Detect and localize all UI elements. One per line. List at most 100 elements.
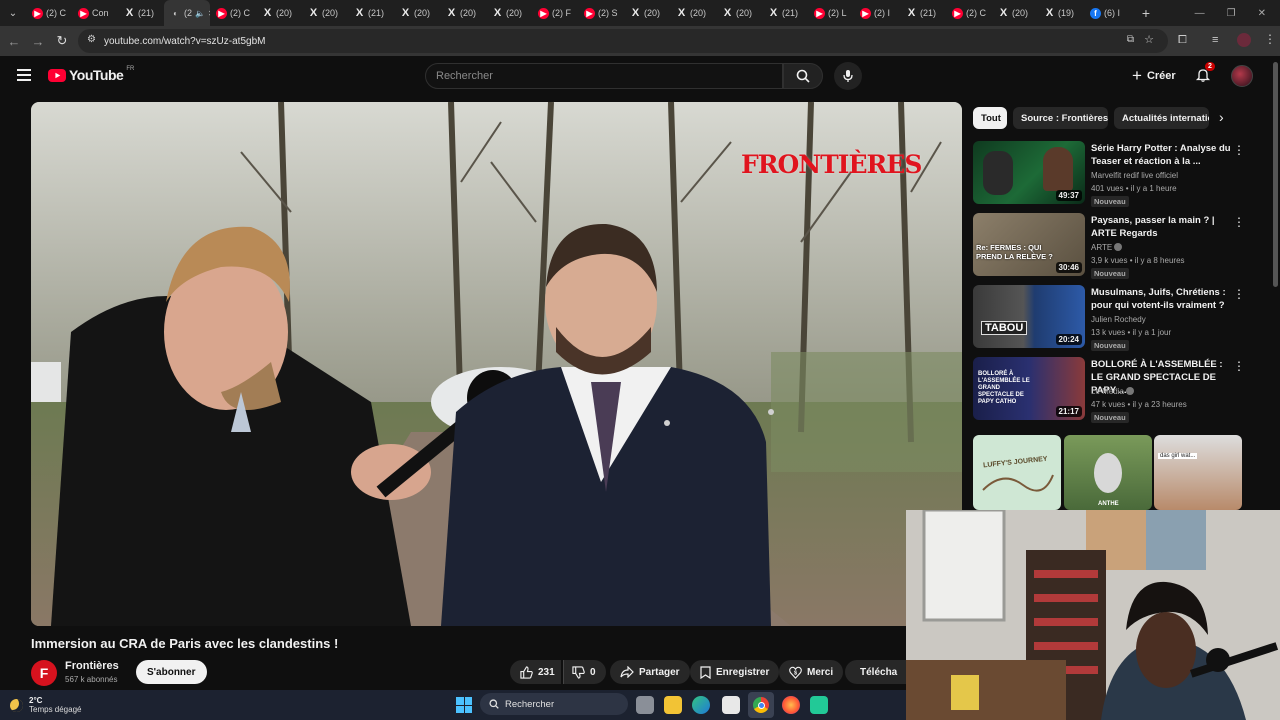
browser-tab[interactable]: X (20)	[256, 0, 302, 26]
file-explorer-icon[interactable]	[664, 696, 682, 714]
maximize-button[interactable]: ❐	[1227, 8, 1236, 19]
chrome-icon[interactable]	[748, 692, 774, 718]
browser-tab[interactable]: X (20)	[992, 0, 1038, 26]
browser-tab[interactable]: ▶ (2) C	[210, 0, 256, 26]
recommendation-item[interactable]: BOLLORÉ À L'ASSEMBLÉE LE GRAND SPECTACLE…	[973, 357, 1253, 423]
browser-tab[interactable]: X (21)	[900, 0, 946, 26]
new-tab-button[interactable]: +	[1136, 5, 1156, 21]
browser-tab[interactable]: X (20)	[440, 0, 486, 26]
voice-search-button[interactable]	[834, 62, 862, 90]
chip-all[interactable]: Tout	[973, 107, 1007, 129]
browser-tab[interactable]: X (21)	[762, 0, 808, 26]
subscribe-button[interactable]: S'abonner	[136, 660, 207, 684]
create-button[interactable]: + Créer	[1124, 63, 1184, 89]
search-button[interactable]	[783, 63, 823, 89]
browser-tab[interactable]: X (20)	[486, 0, 532, 26]
browser-menu-icon[interactable]: ⋮	[1264, 32, 1276, 46]
firefox-icon[interactable]	[782, 696, 800, 714]
browser-tab[interactable]: X (20)	[624, 0, 670, 26]
install-icon[interactable]: ⧉	[1127, 34, 1134, 45]
page-scrollbar[interactable]	[1273, 62, 1278, 287]
browser-tab[interactable]: X (21)	[348, 0, 394, 26]
video-thumbnail[interactable]: TABOU 20:24	[973, 285, 1085, 348]
browser-tab[interactable]: X (21)	[118, 0, 164, 26]
browser-tab[interactable]: X (20)	[716, 0, 762, 26]
download-button[interactable]: Télécha	[845, 660, 906, 684]
save-button[interactable]: Enregistrer	[690, 660, 780, 684]
recommendation-channel[interactable]: Le Média	[1091, 387, 1135, 396]
browser-tab[interactable]: ◐(2🔈✕	[164, 0, 210, 26]
profile-avatar-icon[interactable]	[1237, 33, 1251, 47]
short-thumbnail[interactable]: ANTHE	[1064, 435, 1152, 510]
taskbar-search[interactable]: Rechercher	[480, 693, 628, 715]
browser-tab[interactable]: f (6) I	[1084, 0, 1130, 26]
channel-name[interactable]: Frontières	[65, 660, 119, 672]
chips-next-icon[interactable]: ›	[1219, 109, 1224, 125]
app-icon[interactable]	[810, 696, 828, 714]
recommendation-item[interactable]: 49:37 Série Harry Potter : Analyse du Te…	[973, 141, 1253, 207]
video-thumbnail[interactable]: Re: FERMES : QUI PREND LA RELÈVE ? 30:46	[973, 213, 1085, 276]
task-view-icon[interactable]	[636, 696, 654, 714]
store-icon[interactable]	[722, 696, 740, 714]
chip-international-news[interactable]: Actualités internationales	[1114, 107, 1209, 129]
chip-source[interactable]: Source : Frontières	[1013, 107, 1108, 129]
browser-tab[interactable]: X (19)	[1038, 0, 1084, 26]
dislike-button[interactable]: 0	[563, 660, 606, 684]
youtube-logo[interactable]: YouTube FR	[48, 66, 134, 83]
short-thumbnail[interactable]: LUFFY'S JOURNEY	[973, 435, 1061, 510]
thanks-button[interactable]: $ Merci	[779, 660, 844, 684]
video-player[interactable]: FRONTIÈRES	[31, 102, 962, 626]
browser-tab[interactable]: ▶ (2) C	[26, 0, 72, 26]
edge-icon[interactable]	[692, 696, 710, 714]
recommendation-channel[interactable]: Marvelfit redif live officiel	[1091, 171, 1178, 180]
browser-tab[interactable]: ▶ (2) C	[946, 0, 992, 26]
notifications-button[interactable]: 2	[1195, 62, 1215, 85]
close-window-button[interactable]: ✕	[1258, 8, 1266, 19]
recommendation-item[interactable]: TABOU 20:24 Musulmans, Juifs, Chrétiens …	[973, 285, 1253, 351]
recommendation-channel[interactable]: Julien Rochedy	[1091, 315, 1146, 324]
media-control-icon[interactable]: ≡	[1212, 34, 1218, 46]
hamburger-menu-icon[interactable]	[17, 69, 31, 81]
back-icon[interactable]: ←	[2, 34, 26, 49]
bookmark-star-icon[interactable]: ☆	[1144, 33, 1154, 46]
recommendation-title[interactable]: Série Harry Potter : Analyse du Teaser e…	[1091, 142, 1231, 168]
more-options-icon[interactable]: ⋮	[1233, 143, 1245, 157]
speaker-icon[interactable]: 🔈	[195, 9, 205, 18]
extensions-icon[interactable]: ⧠	[1178, 34, 1187, 47]
like-button[interactable]: 231	[510, 660, 561, 684]
reload-icon[interactable]: ↻	[50, 33, 74, 49]
browser-tab-strip: ⌄ ▶(2) C▶ConX(21)◐(2🔈✕▶(2) CX(20)X(20)X(…	[0, 0, 1280, 26]
weather-widget[interactable]: 2°C Temps dégagé	[10, 692, 81, 718]
minimize-button[interactable]: —	[1195, 8, 1205, 19]
browser-tab[interactable]: X (20)	[302, 0, 348, 26]
video-thumbnail[interactable]: 49:37	[973, 141, 1085, 204]
more-options-icon[interactable]: ⋮	[1233, 359, 1245, 373]
browser-tab[interactable]: X (20)	[670, 0, 716, 26]
account-avatar[interactable]	[1231, 65, 1253, 87]
dislike-count: 0	[590, 666, 596, 678]
channel-avatar[interactable]: F	[31, 660, 57, 686]
site-info-icon[interactable]: ⚙	[87, 34, 96, 45]
browser-tab[interactable]: ▶ (2) L	[808, 0, 854, 26]
x-icon: X	[355, 7, 364, 19]
browser-tab[interactable]: X (20)	[394, 0, 440, 26]
share-button[interactable]: Partager	[610, 660, 690, 684]
thumbnail-caption: BOLLORÉ À L'ASSEMBLÉE LE GRAND SPECTACLE…	[978, 371, 1030, 405]
browser-tab[interactable]: ▶ Con	[72, 0, 118, 26]
more-options-icon[interactable]: ⋮	[1233, 215, 1245, 229]
recommendation-title[interactable]: Musulmans, Juifs, Chrétiens : pour qui v…	[1091, 286, 1231, 312]
browser-tab[interactable]: ▶ (2) I	[854, 0, 900, 26]
forward-icon[interactable]: →	[26, 34, 50, 49]
tab-list-dropdown[interactable]: ⌄	[0, 8, 26, 19]
short-thumbnail[interactable]: das girl wat...	[1154, 435, 1242, 510]
video-thumbnail[interactable]: BOLLORÉ À L'ASSEMBLÉE LE GRAND SPECTACLE…	[973, 357, 1085, 420]
windows-start-icon[interactable]	[456, 697, 472, 713]
more-options-icon[interactable]: ⋮	[1233, 287, 1245, 301]
url-field[interactable]: ⚙ youtube.com/watch?v=szUz-at5gbM ⧉ ☆	[78, 29, 1168, 53]
browser-tab[interactable]: ▶ (2) F	[532, 0, 578, 26]
browser-tab[interactable]: ▶ (2) S	[578, 0, 624, 26]
search-input[interactable]: Rechercher	[425, 63, 783, 89]
recommendation-item[interactable]: Re: FERMES : QUI PREND LA RELÈVE ? 30:46…	[973, 213, 1253, 279]
recommendation-title[interactable]: Paysans, passer la main ? | ARTE Regards	[1091, 214, 1231, 240]
recommendation-channel[interactable]: ARTE	[1091, 243, 1123, 252]
